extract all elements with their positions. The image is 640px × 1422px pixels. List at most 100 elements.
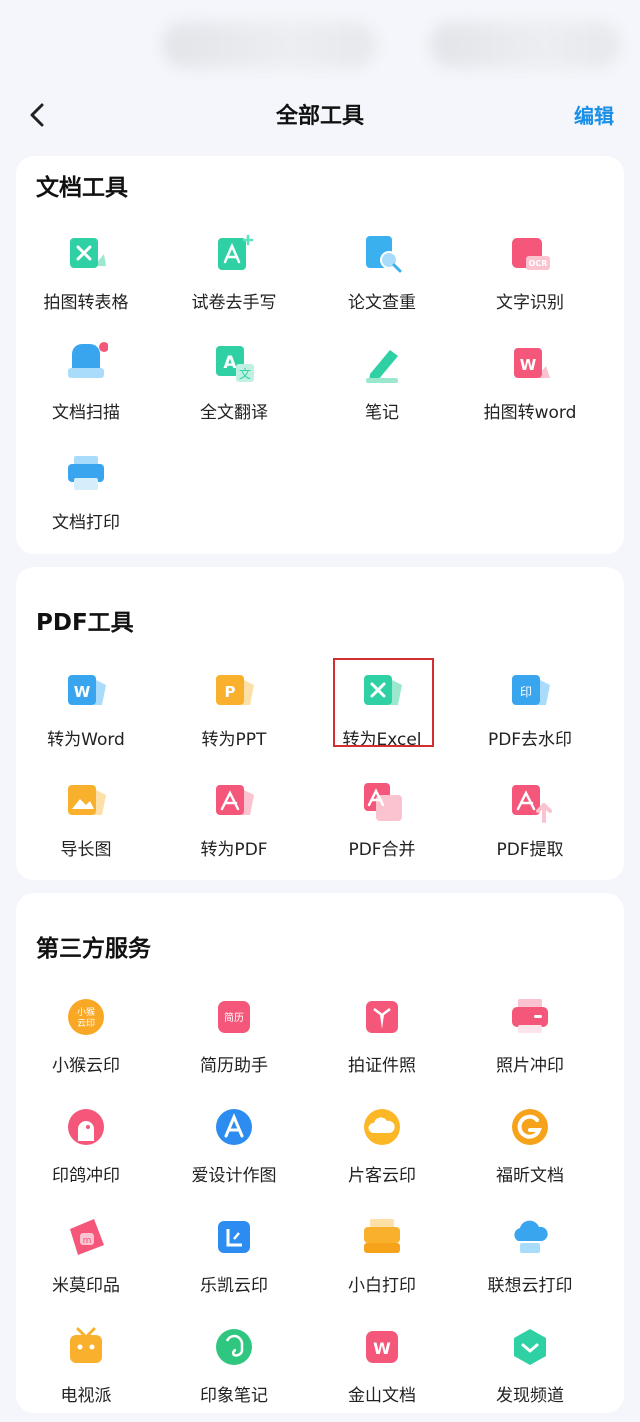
lenovo-cloud-print-icon: [514, 1220, 548, 1253]
tool-label: 福昕文档: [496, 1166, 564, 1186]
paper-check-icon: [366, 236, 402, 273]
tool-label: 联想云打印: [487, 1276, 573, 1296]
tool-label: 转为Word: [47, 730, 125, 750]
page-title: 全部工具: [275, 104, 364, 129]
status-bar: [0, 0, 640, 84]
service-tile[interactable]: 片客云印: [308, 1093, 456, 1193]
status-blur-left: [162, 22, 376, 68]
tool-tile[interactable]: PDF提取: [456, 767, 604, 867]
ocr-icon: OCR: [512, 238, 550, 270]
to-pdf-icon: [216, 785, 254, 815]
tool-label: 转为PPT: [201, 730, 267, 750]
to-excel-icon: [364, 675, 402, 705]
service-tile[interactable]: 小猴 云印 小猴云印: [12, 983, 160, 1083]
remove-watermark-icon: 印: [512, 675, 550, 705]
service-tile[interactable]: 乐凯云印: [160, 1203, 308, 1303]
pdf-tools-card: PDF工具 W 转为Word P 转为PPT 转为Excel 印 PDF去水印: [16, 567, 624, 880]
tool-label: 全文翻译: [200, 403, 268, 423]
svg-text:印: 印: [520, 685, 532, 699]
print-icon: [68, 456, 104, 490]
tool-tile[interactable]: PDF合并: [308, 767, 456, 867]
tool-tile[interactable]: 文档扫描: [12, 330, 160, 430]
photo-word-icon: W: [514, 348, 550, 378]
xiaohou-print-icon: 小猴 云印: [68, 999, 104, 1035]
cloud-print-icon: [364, 1109, 400, 1145]
service-tile[interactable]: 小白打印: [308, 1203, 456, 1303]
resume-icon: 简历: [218, 1001, 250, 1033]
tool-label: 发现频道: [496, 1386, 564, 1406]
section-title: 文档工具: [36, 175, 128, 201]
svg-text:W: W: [520, 356, 537, 374]
service-tile[interactable]: W 金山文档: [308, 1313, 456, 1413]
tool-label: 小白打印: [348, 1276, 416, 1296]
tool-label: 金山文档: [348, 1386, 416, 1406]
tool-label: 照片冲印: [496, 1056, 564, 1076]
third-party-card: 第三方服务 小猴 云印 小猴云印 简历 简历助手 拍证件照 照片冲印 印鸽冲印 …: [16, 893, 624, 1413]
tool-label: 论文查重: [348, 293, 416, 313]
note-icon: [366, 350, 398, 383]
tool-tile[interactable]: 论文查重: [308, 220, 456, 320]
tool-label: 拍图转表格: [43, 293, 129, 313]
service-tile[interactable]: 照片冲印: [456, 983, 604, 1083]
section-title: PDF工具: [36, 610, 134, 636]
service-tile[interactable]: 印象笔记: [160, 1313, 308, 1413]
tool-label: 转为PDF: [200, 840, 268, 860]
tool-label: 印象笔记: [200, 1386, 268, 1406]
service-tile[interactable]: 拍证件照: [308, 983, 456, 1083]
scan-icon: [68, 342, 108, 378]
tool-tile[interactable]: 转为PDF: [160, 767, 308, 867]
svg-text:W: W: [74, 683, 91, 701]
tool-tile[interactable]: P 转为PPT: [160, 657, 308, 757]
tool-label: 片客云印: [348, 1166, 416, 1186]
tool-label: 导长图: [60, 840, 112, 860]
tool-tile[interactable]: 导长图: [12, 767, 160, 867]
tool-label: 拍证件照: [348, 1056, 416, 1076]
tool-tile[interactable]: A 文 全文翻译: [160, 330, 308, 430]
tool-label: 笔记: [365, 403, 399, 423]
evernote-icon: [216, 1329, 252, 1365]
doc-tools-card: 文档工具 拍图转表格 试卷去手写 论文查重 OCR 文字识别 文档扫描 A 文 …: [16, 156, 624, 554]
svg-text:A: A: [223, 353, 237, 373]
tool-label: 转为Excel: [342, 730, 422, 750]
edit-button[interactable]: 编辑: [574, 100, 614, 129]
service-tile[interactable]: 发现频道: [456, 1313, 604, 1413]
to-word-icon: W: [68, 675, 106, 705]
tool-label: PDF合并: [348, 840, 416, 860]
tool-tile[interactable]: OCR 文字识别: [456, 220, 604, 320]
to-ppt-icon: P: [216, 675, 254, 705]
remove-handwriting-icon: [218, 234, 254, 270]
tool-tile[interactable]: 印 PDF去水印: [456, 657, 604, 757]
svg-text:W: W: [373, 1339, 391, 1358]
service-tile[interactable]: 联想云打印: [456, 1203, 604, 1303]
tool-label: 爱设计作图: [191, 1166, 277, 1186]
tool-label: 文档扫描: [52, 403, 120, 423]
translate-icon: A 文: [216, 346, 254, 382]
photo-print-icon: [512, 999, 548, 1033]
service-tile[interactable]: 印鸽冲印: [12, 1093, 160, 1193]
lekai-print-icon: [218, 1221, 250, 1253]
tool-label: 简历助手: [200, 1056, 268, 1076]
service-tile[interactable]: 爱设计作图: [160, 1093, 308, 1193]
foxit-icon: [512, 1109, 548, 1145]
pdf-merge-icon: [364, 783, 402, 821]
tool-tile[interactable]: 试卷去手写: [160, 220, 308, 320]
service-tile[interactable]: 简历 简历助手: [160, 983, 308, 1083]
svg-text:OCR: OCR: [529, 259, 548, 268]
service-tile[interactable]: 福昕文档: [456, 1093, 604, 1193]
tool-tile[interactable]: W 转为Word: [12, 657, 160, 757]
service-tile[interactable]: 电视派: [12, 1313, 160, 1413]
tool-tile[interactable]: W 拍图转word: [456, 330, 604, 430]
tool-label: 小猴云印: [52, 1056, 120, 1076]
tool-tile[interactable]: 转为Excel: [308, 657, 456, 757]
tool-tile[interactable]: 笔记: [308, 330, 456, 430]
svg-text:文: 文: [239, 366, 251, 381]
svg-text:P: P: [225, 683, 236, 701]
tool-tile[interactable]: 拍图转表格: [12, 220, 160, 320]
svg-text:云印: 云印: [77, 1017, 95, 1029]
tool-tile[interactable]: 文档打印: [12, 440, 160, 540]
id-photo-icon: [366, 1001, 398, 1033]
pdf-extract-icon: [512, 785, 552, 823]
service-tile[interactable]: m 米莫印品: [12, 1203, 160, 1303]
status-blur-right: [430, 22, 620, 68]
tool-label: 文档打印: [52, 513, 120, 533]
